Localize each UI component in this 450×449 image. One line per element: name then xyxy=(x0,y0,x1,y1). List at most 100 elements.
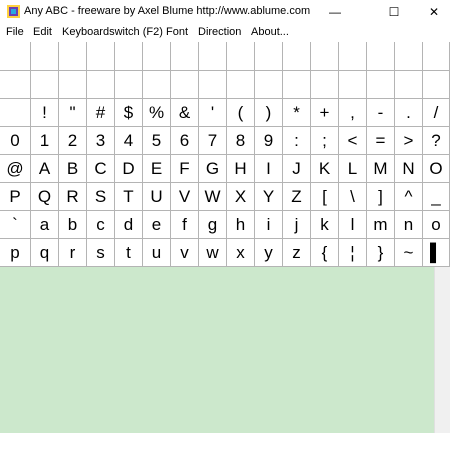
char-key[interactable]: o xyxy=(423,211,450,239)
char-key[interactable] xyxy=(423,71,450,99)
char-key[interactable]: a xyxy=(31,211,59,239)
char-key[interactable] xyxy=(0,99,31,127)
char-key[interactable]: _ xyxy=(423,183,450,211)
char-key[interactable]: , xyxy=(339,99,367,127)
char-key[interactable] xyxy=(283,42,311,71)
char-key[interactable]: ` xyxy=(0,211,31,239)
menu-font[interactable]: Font xyxy=(166,26,188,38)
minimize-button[interactable]: — xyxy=(312,0,358,24)
char-key[interactable]: ? xyxy=(423,127,450,155)
char-key[interactable] xyxy=(339,42,367,71)
char-key[interactable]: X xyxy=(227,183,255,211)
char-key[interactable]: E xyxy=(143,155,171,183)
char-key[interactable]: < xyxy=(339,127,367,155)
char-key[interactable]: l xyxy=(339,211,367,239)
char-key[interactable]: P xyxy=(0,183,31,211)
char-key[interactable]: u xyxy=(143,239,171,267)
char-key[interactable]: K xyxy=(311,155,339,183)
char-key[interactable]: R xyxy=(59,183,87,211)
char-key[interactable]: & xyxy=(171,99,199,127)
char-key[interactable]: Q xyxy=(31,183,59,211)
char-key[interactable] xyxy=(227,42,255,71)
char-key[interactable]: $ xyxy=(115,99,143,127)
char-key[interactable] xyxy=(339,71,367,99)
char-key[interactable]: { xyxy=(311,239,339,267)
char-key[interactable]: Y xyxy=(255,183,283,211)
char-key[interactable] xyxy=(87,71,115,99)
char-key[interactable] xyxy=(255,42,283,71)
char-key[interactable]: i xyxy=(255,211,283,239)
char-key[interactable]: p xyxy=(0,239,31,267)
char-key[interactable] xyxy=(0,71,31,99)
char-key[interactable] xyxy=(115,71,143,99)
char-key[interactable]: ! xyxy=(31,99,59,127)
char-key[interactable]: r xyxy=(59,239,87,267)
char-key[interactable]: A xyxy=(31,155,59,183)
char-key[interactable]: H xyxy=(227,155,255,183)
char-key[interactable] xyxy=(395,42,423,71)
char-key[interactable]: . xyxy=(395,99,423,127)
char-key[interactable]: ~ xyxy=(395,239,423,267)
char-key[interactable]: 2 xyxy=(59,127,87,155)
char-key[interactable]: O xyxy=(423,155,450,183)
char-key[interactable]: f xyxy=(171,211,199,239)
vertical-scrollbar[interactable] xyxy=(434,267,450,433)
char-key[interactable] xyxy=(0,42,31,71)
char-key[interactable] xyxy=(59,42,87,71)
char-key[interactable] xyxy=(395,71,423,99)
menu-keyboardswitch[interactable]: Keyboardswitch (F2) xyxy=(62,26,163,38)
char-key[interactable]: d xyxy=(115,211,143,239)
char-key[interactable] xyxy=(283,71,311,99)
char-key[interactable]: D xyxy=(115,155,143,183)
char-key[interactable]: h xyxy=(227,211,255,239)
char-key[interactable]: w xyxy=(199,239,227,267)
char-key[interactable]: + xyxy=(311,99,339,127)
char-key[interactable]: } xyxy=(367,239,395,267)
char-key[interactable]: 9 xyxy=(255,127,283,155)
char-key[interactable]: W xyxy=(199,183,227,211)
char-key[interactable]: / xyxy=(423,99,450,127)
char-key[interactable]: Z xyxy=(283,183,311,211)
char-key[interactable]: 7 xyxy=(199,127,227,155)
char-key[interactable] xyxy=(59,71,87,99)
char-key[interactable] xyxy=(171,71,199,99)
char-key[interactable]: # xyxy=(87,99,115,127)
char-key[interactable]: : xyxy=(283,127,311,155)
char-key[interactable]: ¦ xyxy=(339,239,367,267)
char-key[interactable] xyxy=(311,71,339,99)
char-key[interactable]: 4 xyxy=(115,127,143,155)
char-key[interactable]: ▌ xyxy=(423,239,450,267)
char-key[interactable]: J xyxy=(283,155,311,183)
char-key[interactable]: 0 xyxy=(0,127,31,155)
char-key[interactable]: m xyxy=(367,211,395,239)
char-key[interactable]: ) xyxy=(255,99,283,127)
char-key[interactable] xyxy=(199,71,227,99)
char-key[interactable]: 3 xyxy=(87,127,115,155)
char-key[interactable]: V xyxy=(171,183,199,211)
char-key[interactable]: n xyxy=(395,211,423,239)
maximize-button[interactable]: ☐ xyxy=(371,0,417,24)
char-key[interactable] xyxy=(171,42,199,71)
char-key[interactable] xyxy=(87,42,115,71)
menu-edit[interactable]: Edit xyxy=(33,26,52,38)
char-key[interactable] xyxy=(227,71,255,99)
menu-about[interactable]: About... xyxy=(251,26,289,38)
close-button[interactable]: ✕ xyxy=(418,0,450,24)
char-key[interactable] xyxy=(199,42,227,71)
char-key[interactable] xyxy=(115,42,143,71)
char-key[interactable]: e xyxy=(143,211,171,239)
char-key[interactable]: c xyxy=(87,211,115,239)
char-key[interactable]: F xyxy=(171,155,199,183)
char-key[interactable]: \ xyxy=(339,183,367,211)
char-key[interactable]: N xyxy=(395,155,423,183)
char-key[interactable] xyxy=(31,71,59,99)
char-key[interactable]: ] xyxy=(367,183,395,211)
char-key[interactable] xyxy=(311,42,339,71)
char-key[interactable] xyxy=(367,42,395,71)
char-key[interactable]: v xyxy=(171,239,199,267)
char-key[interactable]: ' xyxy=(199,99,227,127)
char-key[interactable]: B xyxy=(59,155,87,183)
char-key[interactable]: U xyxy=(143,183,171,211)
char-key[interactable]: x xyxy=(227,239,255,267)
char-key[interactable]: T xyxy=(115,183,143,211)
